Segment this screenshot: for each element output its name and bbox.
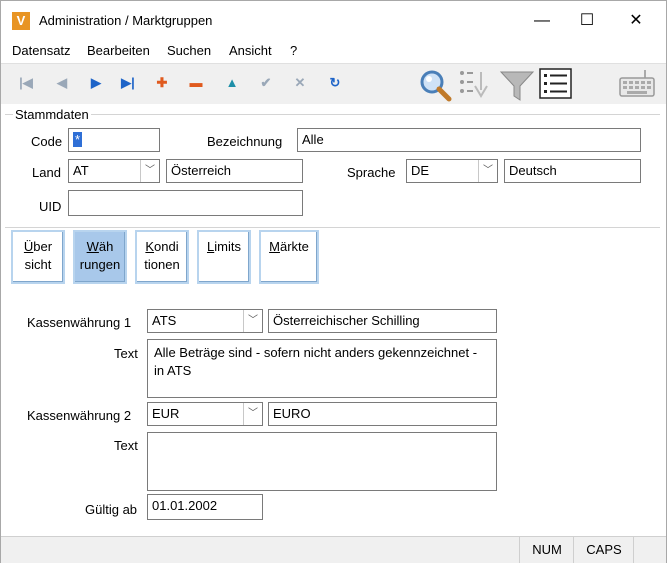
tab-label-line2: rungen: [79, 257, 121, 272]
tab-waehrungen[interactable]: Wäh rungen: [73, 230, 127, 284]
minimize-button[interactable]: —: [519, 7, 565, 35]
tab-maerkte[interactable]: Märkte: [259, 230, 319, 284]
close-button[interactable]: ✕: [613, 7, 659, 35]
menu-suchen[interactable]: Suchen: [167, 43, 211, 58]
first-record-icon[interactable]: |◀: [17, 74, 35, 92]
tab-label-rest: ärkte: [279, 239, 309, 254]
main-window: V Administration / Marktgruppen — ☐ ✕ Da…: [0, 0, 667, 563]
tab-limits[interactable]: Limits: [197, 230, 251, 284]
status-bar: NUM CAPS: [1, 536, 666, 563]
bezeichnung-label: Bezeichnung: [207, 134, 283, 149]
sprache-name-field: Deutsch: [504, 159, 641, 183]
sort-icon[interactable]: [457, 68, 493, 102]
kassenwaehrung1-label: Kassenwährung 1: [27, 315, 132, 330]
refresh-icon[interactable]: ↻: [326, 74, 344, 92]
chevron-down-icon[interactable]: ﹀: [140, 160, 159, 182]
kassenwaehrung1-name-field: Österreichischer Schilling: [268, 309, 497, 333]
menu-help[interactable]: ?: [290, 43, 297, 58]
bezeichnung-input[interactable]: Alle: [297, 128, 641, 152]
tab-label-accel: Ü: [23, 239, 34, 254]
kassenwaehrung2-select[interactable]: EUR ﹀: [147, 402, 263, 426]
delete-record-icon[interactable]: ▬: [187, 74, 205, 92]
chevron-down-icon[interactable]: ﹀: [478, 160, 497, 182]
prev-record-icon[interactable]: ◀: [53, 74, 71, 92]
code-value: *: [73, 132, 83, 147]
title-bar: V Administration / Marktgruppen — ☐ ✕: [1, 1, 666, 39]
tab-label-accel: K: [145, 239, 155, 254]
chevron-down-icon[interactable]: ﹀: [243, 310, 262, 332]
kassenwaehrung1-select[interactable]: ATS ﹀: [147, 309, 263, 333]
sprache-label: Sprache: [347, 165, 396, 180]
caps-lock-indicator: CAPS: [573, 537, 634, 563]
text2-textarea[interactable]: [147, 432, 497, 491]
land-value: AT: [73, 163, 89, 178]
tab-label-line2: tionen: [144, 257, 180, 272]
menu-bearbeiten[interactable]: Bearbeiten: [87, 43, 150, 58]
text1-textarea[interactable]: Alle Beträge sind - sofern nicht anders …: [147, 339, 497, 398]
num-lock-indicator: NUM: [519, 537, 574, 563]
up-icon[interactable]: ▲: [223, 74, 241, 92]
keyboard-icon[interactable]: [617, 68, 657, 100]
chevron-down-icon[interactable]: ﹀: [243, 403, 262, 425]
add-record-icon[interactable]: ✚: [153, 74, 171, 92]
land-label: Land: [32, 165, 61, 180]
code-label: Code: [31, 134, 63, 149]
status-cell-empty: [633, 537, 666, 563]
search-icon[interactable]: [417, 68, 453, 102]
stammdaten-title: Stammdaten: [13, 107, 91, 122]
window-title: Administration / Marktgruppen: [39, 13, 213, 28]
list-view-icon[interactable]: [539, 68, 573, 100]
maximize-button[interactable]: ☐: [564, 7, 610, 35]
kassenwaehrung2-value: EUR: [152, 406, 180, 421]
cancel-icon[interactable]: ✕: [291, 74, 309, 92]
land-name-field: Österreich: [166, 159, 303, 183]
tab-label-line2: sicht: [24, 257, 52, 272]
tab-label-rest: ondi: [154, 239, 179, 254]
tab-label-rest: äh: [98, 239, 114, 254]
sprache-value: DE: [411, 163, 430, 178]
kassenwaehrung1-value: ATS: [152, 313, 177, 328]
last-record-icon[interactable]: ▶|: [119, 74, 137, 92]
menu-datensatz[interactable]: Datensatz: [12, 43, 71, 58]
tab-label-rest: imits: [214, 239, 241, 254]
sprache-select[interactable]: DE ﹀: [406, 159, 498, 183]
tab-uebersicht[interactable]: Über sicht: [11, 230, 65, 284]
tab-label-accel: W: [86, 239, 99, 254]
toolbar: |◀ ◀ ▶ ▶| ✚ ▬ ▲ ✔ ✕ ↻: [1, 63, 666, 105]
tab-konditionen[interactable]: Kondi tionen: [135, 230, 189, 284]
text2-label: Text: [114, 438, 138, 453]
kassenwaehrung2-label: Kassenwährung 2: [27, 408, 132, 423]
tab-label-accel: M: [269, 239, 280, 254]
filter-icon[interactable]: [499, 68, 535, 102]
kassenwaehrung2-name-field: EURO: [268, 402, 497, 426]
code-input[interactable]: *: [68, 128, 160, 152]
uid-input[interactable]: [68, 190, 303, 216]
gueltig-ab-input[interactable]: 01.01.2002: [147, 494, 263, 520]
text1-label: Text: [114, 346, 138, 361]
menu-ansicht[interactable]: Ansicht: [229, 43, 272, 58]
confirm-icon[interactable]: ✔: [257, 74, 275, 92]
form-content: Stammdaten Code * Bezeichnung Alle Land …: [1, 104, 666, 534]
land-select[interactable]: AT ﹀: [68, 159, 160, 183]
tab-label-rest: ber: [33, 239, 53, 254]
next-record-icon[interactable]: ▶: [87, 74, 105, 92]
uid-label: UID: [39, 199, 62, 214]
app-logo-icon: V: [12, 12, 30, 30]
gueltig-ab-label: Gültig ab: [85, 502, 138, 517]
